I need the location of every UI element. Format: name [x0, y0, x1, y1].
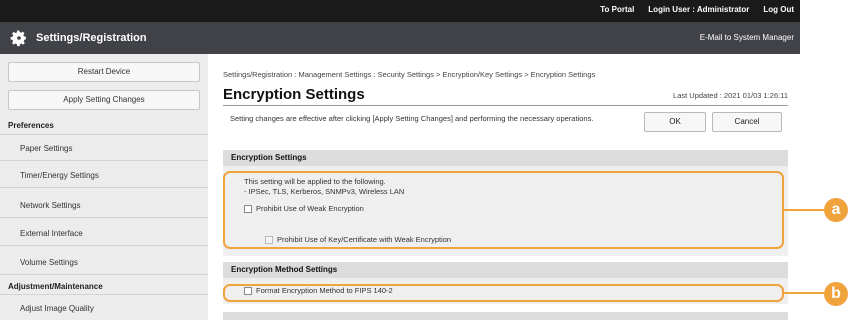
sidebar: Restart Device Apply Setting Changes Pre… — [0, 54, 208, 320]
email-system-manager-link[interactable]: E-Mail to System Manager — [700, 33, 794, 42]
callout-box-b — [223, 284, 784, 302]
callout-line-b — [784, 292, 824, 294]
sidebar-item-paper-settings[interactable]: Paper Settings — [20, 144, 72, 153]
encryption-settings-section-header: Encryption Settings — [223, 150, 788, 166]
sidebar-item-network-settings[interactable]: Network Settings — [20, 201, 80, 210]
callout-badge-a: a — [824, 198, 848, 222]
last-updated-timestamp: Last Updated : 2021 01/03 1:26:11 — [673, 91, 788, 100]
title-divider — [223, 105, 788, 106]
logout-link[interactable]: Log Out — [763, 5, 794, 14]
breadcrumb: Settings/Registration : Management Setti… — [223, 70, 596, 79]
apply-setting-changes-button[interactable]: Apply Setting Changes — [8, 90, 200, 110]
sidebar-item-adjust-image-quality[interactable]: Adjust Image Quality — [20, 304, 94, 313]
sidebar-divider — [0, 294, 208, 295]
login-user-label: Login User : Administrator — [648, 5, 750, 14]
gear-icon — [10, 30, 26, 47]
sidebar-item-timer-energy-settings[interactable]: Timer/Energy Settings — [20, 171, 99, 180]
next-section-header — [223, 312, 788, 320]
to-portal-link[interactable]: To Portal — [600, 5, 634, 14]
title-bar: Settings/Registration E-Mail to System M… — [0, 22, 800, 54]
page-title: Encryption Settings — [223, 86, 365, 103]
sidebar-divider — [0, 245, 208, 246]
sidebar-heading-preferences: Preferences — [8, 121, 54, 130]
sidebar-divider — [0, 160, 208, 161]
callout-box-a — [223, 171, 784, 249]
sidebar-divider — [0, 217, 208, 218]
callout-badge-b: b — [824, 282, 848, 306]
sidebar-item-external-interface[interactable]: External Interface — [20, 229, 83, 238]
settings-page: To Portal Login User : Administrator Log… — [0, 0, 800, 320]
callout-line-a — [784, 209, 824, 211]
cancel-button[interactable]: Cancel — [712, 112, 782, 132]
description-text: Setting changes are effective after clic… — [230, 114, 594, 123]
sidebar-divider — [0, 187, 208, 188]
encryption-method-section-header: Encryption Method Settings — [223, 262, 788, 278]
sidebar-heading-adjustment-maintenance: Adjustment/Maintenance — [8, 282, 103, 291]
top-bar: To Portal Login User : Administrator Log… — [0, 0, 800, 22]
sidebar-divider — [0, 134, 208, 135]
app-title: Settings/Registration — [36, 32, 147, 44]
restart-device-button[interactable]: Restart Device — [8, 62, 200, 82]
sidebar-item-volume-settings[interactable]: Volume Settings — [20, 258, 78, 267]
sidebar-divider — [0, 274, 208, 275]
ok-button[interactable]: OK — [644, 112, 706, 132]
